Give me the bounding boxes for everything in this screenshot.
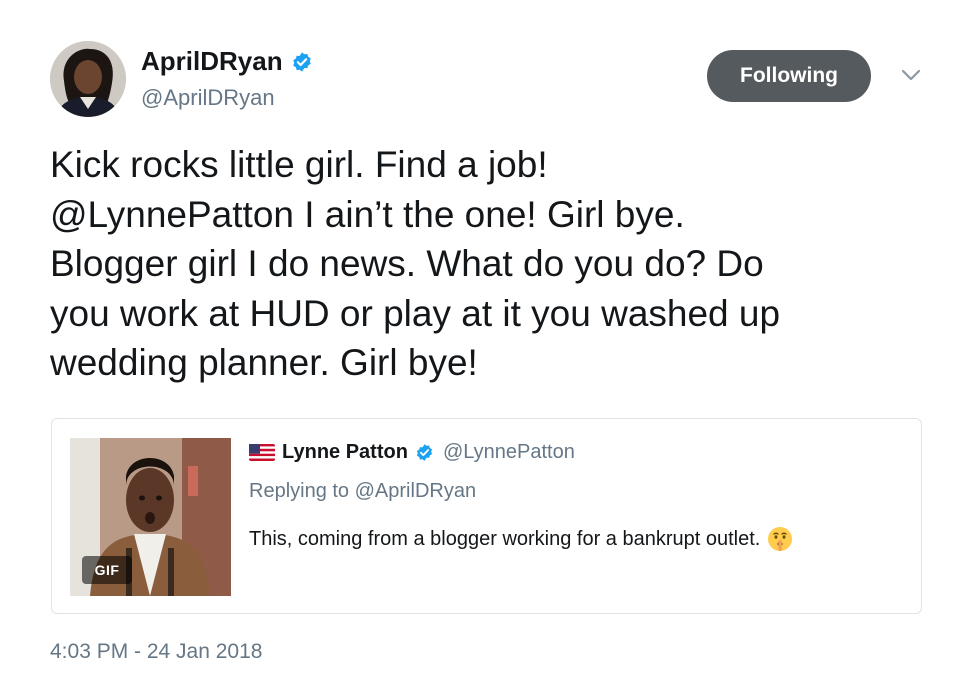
us-flag-icon <box>249 444 275 461</box>
tweet-text: Kick rocks little girl. Find a job! @Lyn… <box>50 140 930 388</box>
avatar-photo <box>50 41 126 117</box>
author-name-row[interactable]: AprilDRyan <box>141 46 313 77</box>
quoted-tweet[interactable]: GIF Lynne Patton @LynnePatton Replying t… <box>51 418 922 614</box>
quoted-author-handle[interactable]: @LynnePatton <box>443 441 575 464</box>
replying-to-line: Replying to @AprilDRyan <box>249 480 476 503</box>
following-button[interactable]: Following <box>707 50 871 102</box>
replying-to-mention[interactable]: @AprilDRyan <box>355 480 476 502</box>
author-handle[interactable]: @AprilDRyan <box>141 85 275 111</box>
quoted-tweet-gif[interactable]: GIF <box>70 438 231 596</box>
tweet-timestamp[interactable]: 4:03 PM - 24 Jan 2018 <box>50 640 262 664</box>
author-avatar[interactable] <box>50 41 126 117</box>
chevron-down-icon[interactable] <box>899 66 923 84</box>
gif-badge: GIF <box>82 556 132 584</box>
tweet-text-line: @LynnePatton I ain’t the one! Girl bye. <box>50 193 685 235</box>
tweet-text-line: Blogger girl I do news. What do you do? … <box>50 243 764 284</box>
author-display-name[interactable]: AprilDRyan <box>141 46 283 77</box>
tweet-text-line: you work at HUD or play at it you washed… <box>50 292 781 334</box>
quoted-tweet-text: This, coming from a blogger working for … <box>249 525 794 553</box>
quoted-tweet-header[interactable]: Lynne Patton @LynnePatton <box>249 441 575 464</box>
quoted-author-name[interactable]: Lynne Patton <box>282 441 408 464</box>
verified-badge-icon <box>416 444 432 461</box>
tweet-text-line: Kick rocks little girl. Find a job! <box>50 144 548 185</box>
replying-to-prefix: Replying to <box>249 480 350 502</box>
verified-badge-icon <box>292 51 311 72</box>
tweet-text-line: wedding planner. Girl bye! <box>50 342 478 383</box>
quoted-tweet-body: This, coming from a blogger working for … <box>249 527 761 550</box>
shushing-face-icon <box>768 527 793 551</box>
